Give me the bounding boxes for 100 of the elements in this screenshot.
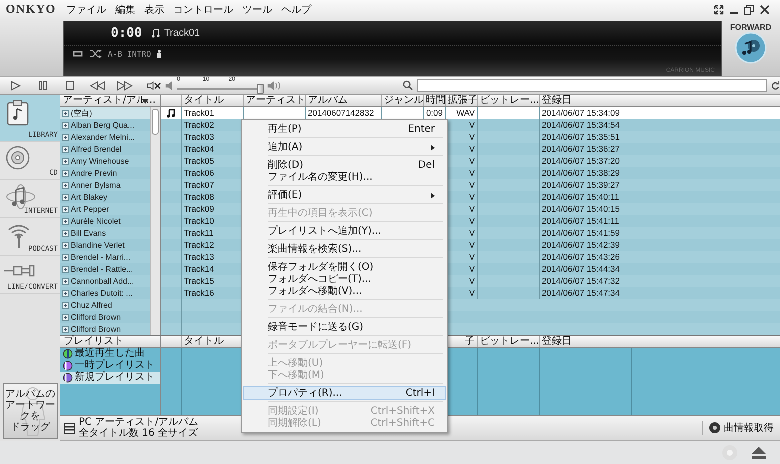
expand-icon[interactable] bbox=[62, 182, 69, 189]
app-logo: ONKYO bbox=[6, 2, 56, 18]
close-icon[interactable] bbox=[760, 4, 770, 15]
table-cell: V bbox=[469, 180, 475, 190]
list-view-icon[interactable] bbox=[64, 422, 75, 434]
eject-icon[interactable] bbox=[752, 446, 766, 459]
expand-icon[interactable] bbox=[62, 230, 69, 237]
table-cell: 2014/06/07 15:34:54 bbox=[542, 120, 620, 130]
table-cell: 2014/06/07 15:38:29 bbox=[542, 168, 620, 178]
expand-icon[interactable] bbox=[62, 290, 69, 297]
expand-icon[interactable] bbox=[62, 146, 69, 153]
artist-item[interactable]: Clifford Brown bbox=[60, 311, 150, 324]
table-cell: V bbox=[469, 276, 475, 286]
fullscreen-icon[interactable] bbox=[714, 4, 724, 15]
artist-item[interactable]: Charles Dutoit: ... bbox=[60, 287, 150, 300]
disc-icon bbox=[709, 422, 721, 434]
shuffle-icon[interactable] bbox=[90, 50, 102, 58]
table-cell: V bbox=[469, 228, 475, 238]
menu-item[interactable]: ツール bbox=[242, 2, 272, 17]
expand-icon[interactable] bbox=[62, 218, 69, 225]
column-header[interactable]: 時間 bbox=[423, 95, 445, 106]
expand-icon[interactable] bbox=[62, 170, 69, 177]
scrollbar[interactable] bbox=[150, 107, 160, 336]
search-field[interactable] bbox=[416, 79, 768, 92]
table-cell: V bbox=[469, 168, 475, 178]
expand-icon[interactable] bbox=[62, 326, 69, 333]
table-cell: Track04 bbox=[184, 144, 214, 154]
fast-forward-icon bbox=[116, 80, 133, 91]
expand-icon[interactable] bbox=[62, 254, 69, 261]
table-cell: V bbox=[469, 264, 475, 274]
table-cell: Track14 bbox=[184, 264, 214, 274]
artist-item[interactable]: Alban Berg Qua... bbox=[60, 119, 150, 132]
mute-icon[interactable] bbox=[146, 80, 161, 91]
menu-item[interactable]: フォルダへ移動(V)... bbox=[244, 285, 445, 297]
column-header[interactable]: アーティスト bbox=[243, 95, 305, 106]
expand-icon[interactable] bbox=[62, 302, 69, 309]
expand-icon[interactable] bbox=[62, 158, 69, 165]
artist-item[interactable]: Alfred Brendel bbox=[60, 143, 150, 156]
column-header[interactable]: 登録日 bbox=[539, 95, 631, 106]
menu-item[interactable]: ファイル bbox=[66, 2, 106, 17]
expand-icon[interactable] bbox=[62, 122, 69, 129]
track-row[interactable]: Track01 20140607142832 0:09 WAV 2014/06/07 15:34:09 bbox=[161, 107, 780, 120]
artist-item[interactable]: (空白) bbox=[60, 107, 150, 120]
expand-icon[interactable] bbox=[62, 110, 69, 117]
menu-item[interactable]: フォルダへコピー(T)... bbox=[244, 273, 445, 285]
table-cell: 2014/06/07 15:36:27 bbox=[542, 144, 620, 154]
artist-item[interactable]: Art Blakey bbox=[60, 191, 150, 204]
status-text: 全タイトル数 16 全サイズ bbox=[79, 428, 198, 440]
column-header[interactable]: タイトル bbox=[181, 95, 243, 106]
sphere-icon bbox=[63, 349, 73, 360]
artist-item[interactable]: Andre Previn bbox=[60, 167, 150, 180]
table-cell: Track06 bbox=[184, 168, 214, 178]
table-cell: Track07 bbox=[184, 180, 214, 190]
track-name: Track01 bbox=[164, 28, 200, 39]
artwork-hint: アルバムの アートワークを ドラッグ bbox=[4, 389, 56, 434]
playlist-item[interactable]: 一時プレイリスト bbox=[60, 360, 160, 372]
column-header[interactable]: ビットレー... bbox=[477, 336, 539, 348]
table-cell: 20140607142832 bbox=[308, 108, 374, 118]
table-cell: 2014/06/07 15:40:11 bbox=[542, 192, 620, 202]
menu-item[interactable]: 表示 bbox=[144, 2, 164, 17]
restore-icon[interactable] bbox=[744, 4, 754, 15]
mode-label: A-B INTRO bbox=[108, 50, 152, 59]
sphere-icon bbox=[63, 361, 73, 372]
menu-item[interactable]: 編集 bbox=[115, 2, 136, 17]
table-cell: V bbox=[469, 252, 475, 262]
column-header[interactable]: 登録日 bbox=[539, 336, 631, 348]
volume-thumb[interactable] bbox=[256, 84, 264, 94]
artwork-drop-area[interactable]: アルバムの アートワークを ドラッグ bbox=[3, 383, 58, 440]
artist-item[interactable]: Brendel - Rattle... bbox=[60, 263, 150, 276]
badge-title: FORWARD bbox=[730, 23, 772, 32]
expand-icon[interactable] bbox=[62, 194, 69, 201]
menu-item[interactable]: 追加(A) bbox=[244, 141, 445, 153]
table-cell: 2014/06/07 15:41:59 bbox=[542, 228, 620, 238]
expand-icon[interactable] bbox=[62, 206, 69, 213]
menu-item[interactable]: 保存フォルダを開く(O) bbox=[244, 261, 445, 273]
rewind-icon bbox=[90, 80, 106, 91]
expand-icon[interactable] bbox=[62, 314, 69, 321]
refresh-icon[interactable] bbox=[771, 80, 780, 91]
column-header[interactable]: ビットレー... bbox=[477, 95, 539, 106]
artist-item[interactable]: Blandine Verlet bbox=[60, 239, 150, 252]
menu-item[interactable]: ヘルプ bbox=[281, 2, 312, 17]
track-info-button[interactable]: 曲情報取得 bbox=[702, 421, 780, 436]
artist-item[interactable]: Aurèle Nicolet bbox=[60, 215, 150, 228]
menu-item[interactable]: プレイリストへ追加(Y)... bbox=[244, 225, 445, 237]
table-cell: V bbox=[469, 156, 475, 166]
table-cell: V bbox=[469, 144, 475, 154]
expand-icon[interactable] bbox=[62, 278, 69, 285]
menu-item[interactable]: 録音モードに送る(G) bbox=[244, 321, 445, 333]
menu-item[interactable]: 評価(E) bbox=[244, 189, 445, 201]
column-header[interactable]: 拡張子 bbox=[445, 95, 477, 106]
expand-icon[interactable] bbox=[62, 134, 69, 141]
expand-icon[interactable] bbox=[62, 242, 69, 249]
table-cell: 2014/06/07 15:43:26 bbox=[542, 252, 620, 262]
menu-item[interactable]: プロパティ(R)... Ctrl+I bbox=[244, 387, 445, 399]
table-cell: V bbox=[469, 192, 475, 202]
playlist-item[interactable]: 最近再生した曲 bbox=[60, 348, 160, 360]
playlist-item[interactable]: 新規プレイリスト bbox=[60, 372, 160, 384]
expand-icon[interactable] bbox=[62, 266, 69, 273]
column-header[interactable]: アルバム bbox=[305, 95, 381, 106]
menu-item[interactable]: コントロール bbox=[173, 2, 234, 17]
